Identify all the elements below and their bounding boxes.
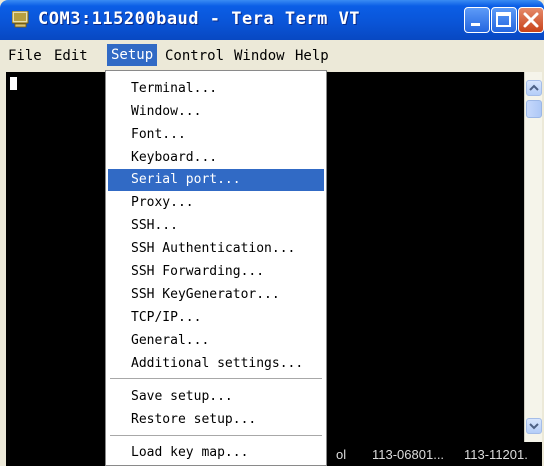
status-text-fragment: ol (336, 447, 347, 462)
minimize-icon (471, 23, 480, 26)
menu-item-ssh[interactable]: SSH... (108, 215, 324, 237)
tera-term-window: COM3:115200baud - Tera Term VT File Edit… (0, 0, 544, 466)
close-icon (523, 12, 539, 28)
setup-dropdown-menu: Terminal... Window... Font... Keyboard..… (105, 70, 327, 466)
menu-item-proxy[interactable]: Proxy... (108, 192, 324, 214)
menu-item-window[interactable]: Window... (108, 101, 324, 123)
maximize-icon (496, 12, 511, 27)
taskbar-item[interactable]: 113-11201. (464, 447, 528, 462)
menu-item-load-key-map[interactable]: Load key map... (108, 442, 324, 464)
tera-term-app-icon (12, 11, 29, 28)
chevron-up-icon (529, 84, 539, 91)
menu-item-restore-setup[interactable]: Restore setup... (108, 409, 324, 431)
menu-item-ssh-forwarding[interactable]: SSH Forwarding... (108, 261, 324, 283)
title-bar[interactable]: COM3:115200baud - Tera Term VT (0, 0, 544, 40)
minimize-button[interactable] (464, 7, 490, 33)
menu-item-font[interactable]: Font... (108, 124, 324, 146)
menu-setup[interactable]: Setup (107, 44, 158, 66)
menu-control[interactable]: Control (165, 46, 224, 66)
menu-item-ssh-authentication[interactable]: SSH Authentication... (108, 238, 324, 260)
menu-help[interactable]: Help (295, 46, 329, 66)
scroll-thumb[interactable] (526, 100, 542, 118)
close-button[interactable] (518, 7, 544, 33)
menu-item-keyboard[interactable]: Keyboard... (108, 147, 324, 169)
menu-edit[interactable]: Edit (54, 46, 88, 66)
maximize-button[interactable] (491, 7, 517, 33)
menu-separator (110, 378, 322, 379)
scroll-up-button[interactable] (526, 80, 542, 96)
scroll-down-button[interactable] (526, 418, 542, 434)
window-title: COM3:115200baud - Tera Term VT (38, 9, 361, 29)
menu-item-terminal[interactable]: Terminal... (108, 78, 324, 100)
menu-item-additional-settings[interactable]: Additional settings... (108, 353, 324, 375)
menu-window[interactable]: Window (234, 46, 285, 66)
text-cursor (10, 77, 17, 90)
menu-item-tcpip[interactable]: TCP/IP... (108, 307, 324, 329)
menu-item-save-setup[interactable]: Save setup... (108, 386, 324, 408)
taskbar-item[interactable]: 113-06801... (372, 447, 444, 462)
menu-item-serial-port[interactable]: Serial port... (108, 169, 324, 191)
menu-item-general[interactable]: General... (108, 330, 324, 352)
vertical-scrollbar[interactable] (524, 72, 542, 442)
menu-item-ssh-keygenerator[interactable]: SSH KeyGenerator... (108, 284, 324, 306)
menu-file[interactable]: File (8, 46, 42, 66)
menu-bar: File Edit Setup Control Window Help (0, 40, 544, 70)
menu-separator (110, 435, 322, 436)
chevron-down-icon (529, 423, 539, 430)
